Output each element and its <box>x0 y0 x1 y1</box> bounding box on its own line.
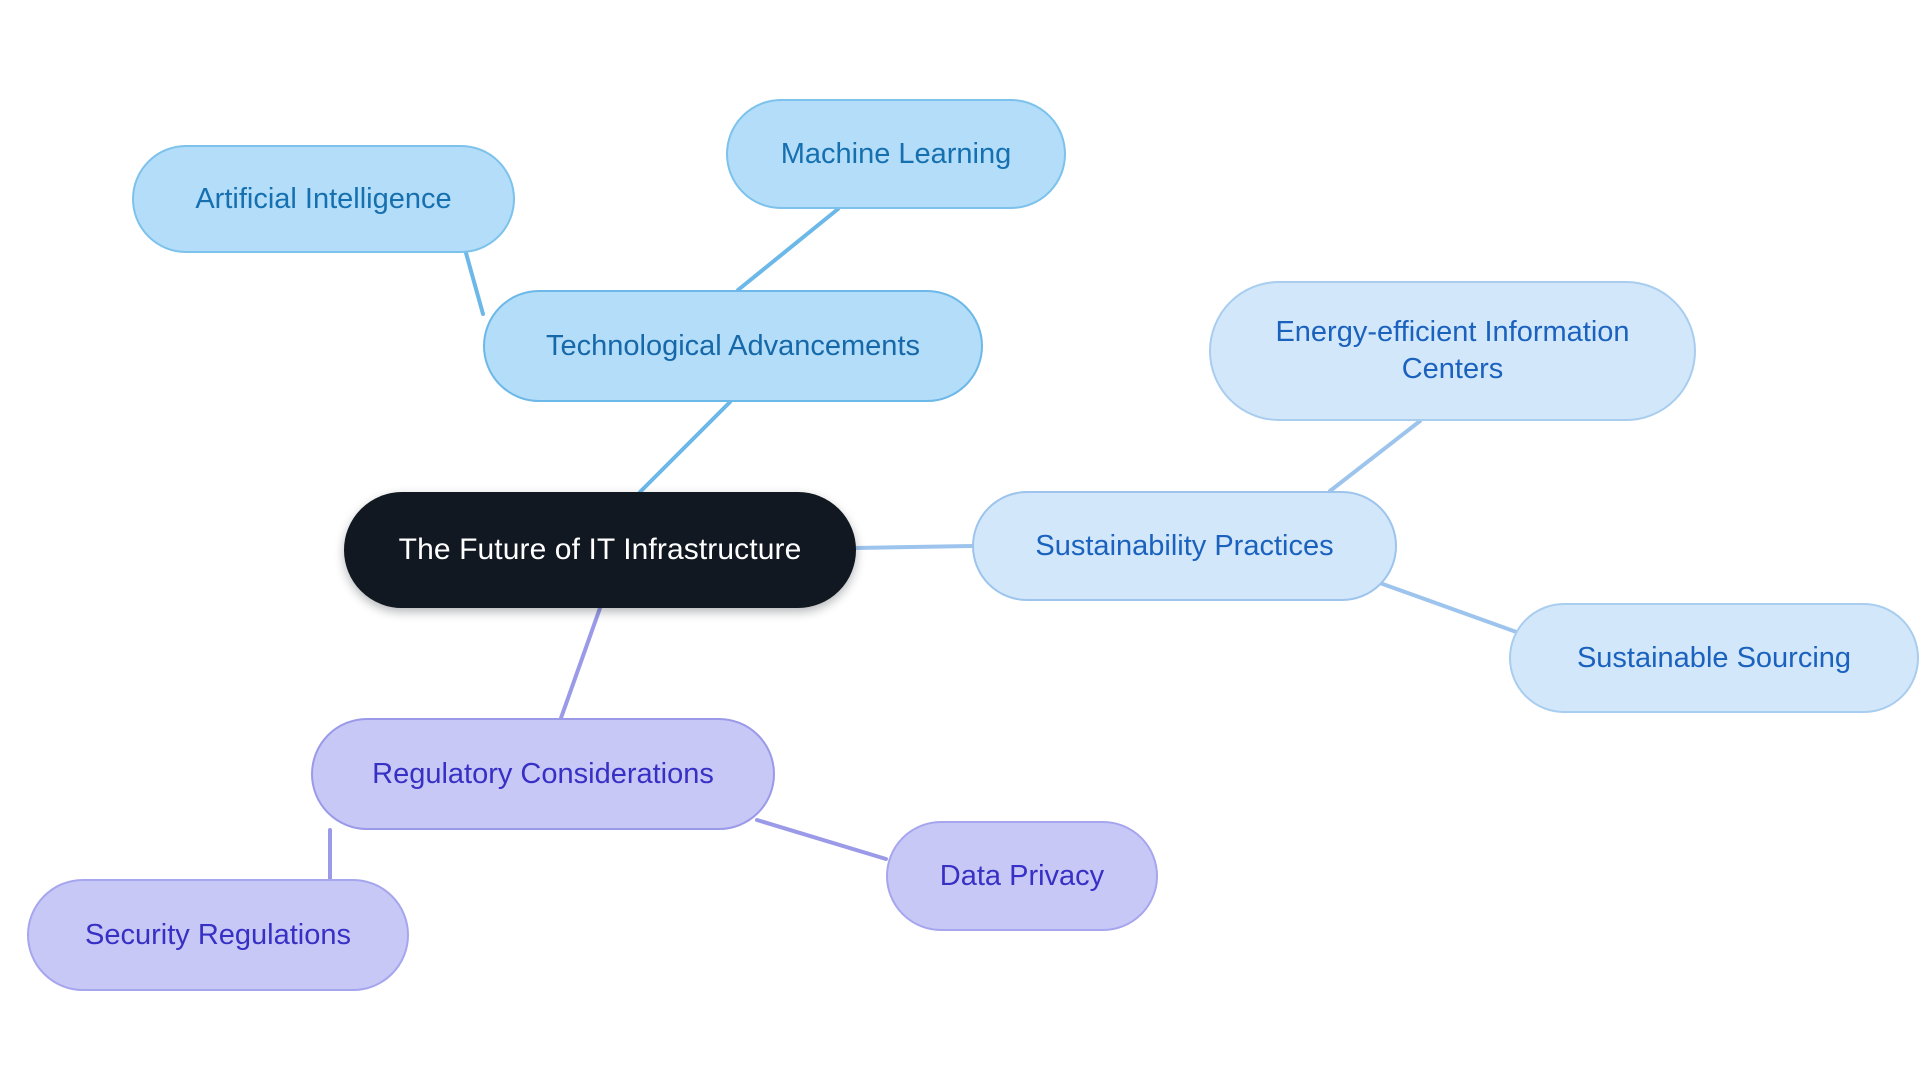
mindmap-leaf-node-data-privacy[interactable]: Data Privacy <box>886 821 1158 931</box>
edge-sustainability-energy <box>1328 419 1422 493</box>
mindmap-leaf-node-sustainable-sourcing[interactable]: Sustainable Sourcing <box>1509 603 1919 713</box>
mindmap-branch-node-sustainability-practices[interactable]: Sustainability Practices <box>972 491 1397 601</box>
node-label: The Future of IT Infrastructure <box>398 533 802 567</box>
node-label: Machine Learning <box>780 137 1012 170</box>
node-label: Sustainability Practices <box>1035 529 1334 562</box>
mindmap-branch-node-regulatory-considerations[interactable]: Regulatory Considerations <box>311 718 775 830</box>
edge-technological-artificial-intelligence <box>464 251 485 316</box>
node-label: Technological Advancements <box>545 329 920 362</box>
node-label: Security Regulations <box>85 918 351 951</box>
edge-technological-machine-learning <box>736 207 840 292</box>
node-label: Sustainable Sourcing <box>1576 641 1852 674</box>
mindmap-leaf-node-artificial-intelligence[interactable]: Artificial Intelligence <box>132 145 515 253</box>
edge-root-regulatory <box>559 606 602 720</box>
node-label: Energy-efficient Information Centers <box>1275 316 1630 385</box>
mindmap-leaf-node-security-regulations[interactable]: Security Regulations <box>27 879 409 991</box>
node-label: Artificial Intelligence <box>195 182 452 215</box>
edge-regulatory-data-privacy <box>755 818 888 861</box>
edge-sustainability-sourcing <box>1378 581 1524 636</box>
node-label: Regulatory Considerations <box>372 757 714 790</box>
node-label: Data Privacy <box>939 859 1105 892</box>
edge-root-technological <box>638 400 732 494</box>
mindmap-branch-node-technological-advancements[interactable]: Technological Advancements <box>483 290 983 402</box>
mindmap-leaf-node-energy-efficient-information-centers[interactable]: Energy-efficient Information Centers <box>1209 281 1696 421</box>
mindmap-leaf-node-machine-learning[interactable]: Machine Learning <box>726 99 1066 209</box>
mindmap-root-node[interactable]: The Future of IT Infrastructure <box>344 492 856 608</box>
mind-map-canvas: The Future of IT Infrastructure Technolog… <box>0 0 1920 1083</box>
edge-root-sustainability <box>854 544 974 550</box>
